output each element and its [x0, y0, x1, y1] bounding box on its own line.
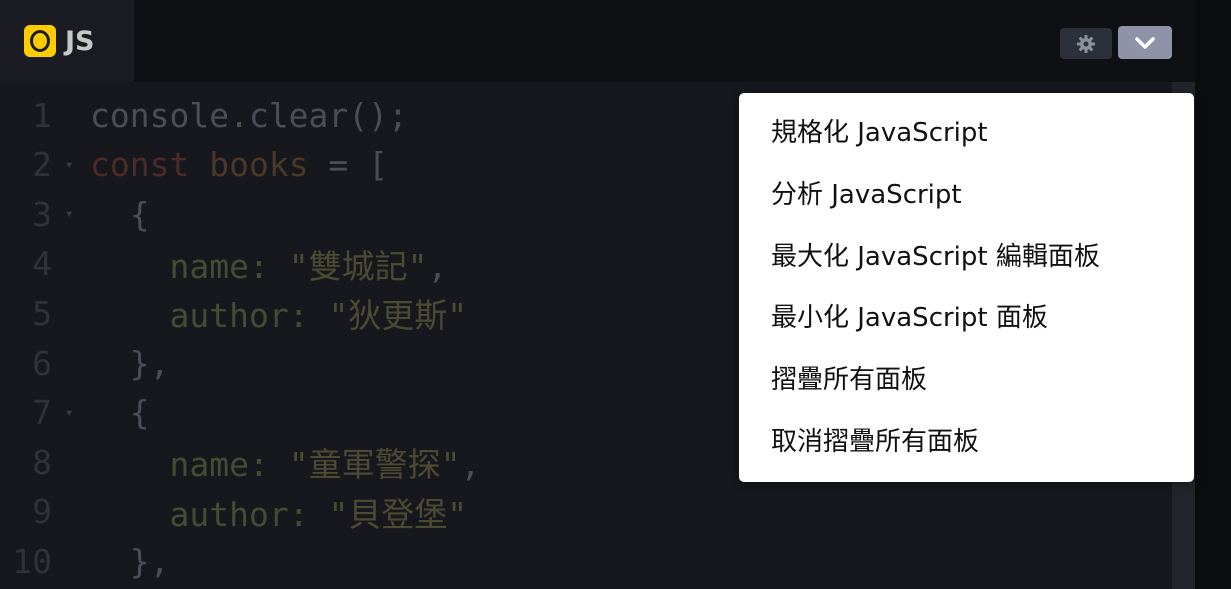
code-text: author: "狄更斯": [169, 296, 468, 336]
gear-icon: [1077, 34, 1095, 53]
code-text: name: "童軍警探",: [169, 445, 481, 485]
line-number: 3: [32, 194, 52, 234]
code-text: {: [129, 393, 150, 433]
editor-header: JS: [0, 0, 1195, 82]
code-line[interactable]: 9 author: "貝登堡": [0, 487, 1172, 537]
code-text: },: [129, 343, 170, 383]
line-number: 5: [32, 293, 52, 333]
tab-js-label: JS: [65, 25, 95, 57]
line-number: 7: [32, 393, 52, 433]
code-text: author: "貝登堡": [169, 494, 468, 534]
tab-js[interactable]: JS: [0, 0, 134, 82]
code-text: console.clear();: [90, 95, 408, 135]
code-text: const books = [: [90, 145, 389, 185]
line-number: 10: [12, 541, 52, 581]
line-number: 2: [32, 145, 52, 185]
menu-item[interactable]: 取消摺疊所有面板: [771, 422, 979, 462]
menu-item[interactable]: 分析 JavaScript: [771, 175, 962, 215]
code-text: },: [129, 541, 170, 581]
line-number: 4: [32, 244, 52, 284]
line-number: 6: [32, 343, 52, 383]
menu-item[interactable]: 最小化 JavaScript 面板: [771, 298, 1048, 338]
editor-options-menu: 規格化 JavaScript 分析 JavaScript 最大化 JavaScrip…: [739, 93, 1194, 482]
line-number: 9: [32, 492, 52, 532]
chevron-down-icon: [1135, 36, 1155, 49]
fold-toggle-icon[interactable]: ▾: [52, 157, 90, 173]
line-number: 8: [32, 442, 52, 482]
menu-item[interactable]: 規格化 JavaScript: [771, 113, 988, 153]
menu-item[interactable]: 最大化 JavaScript 編輯面板: [771, 237, 1100, 277]
line-number: 1: [32, 95, 52, 135]
code-text: name: "雙城記",: [169, 246, 448, 286]
fold-toggle-icon[interactable]: ▾: [52, 206, 90, 222]
panel-divider: [1195, 0, 1231, 589]
code-text: {: [129, 194, 150, 234]
code-line[interactable]: 10 },: [0, 536, 1172, 586]
fold-toggle-icon[interactable]: ▾: [52, 405, 90, 421]
javascript-icon: [24, 25, 56, 57]
settings-button[interactable]: [1060, 28, 1112, 59]
editor-menu-button[interactable]: [1118, 26, 1172, 59]
menu-item[interactable]: 摺疊所有面板: [771, 360, 927, 400]
